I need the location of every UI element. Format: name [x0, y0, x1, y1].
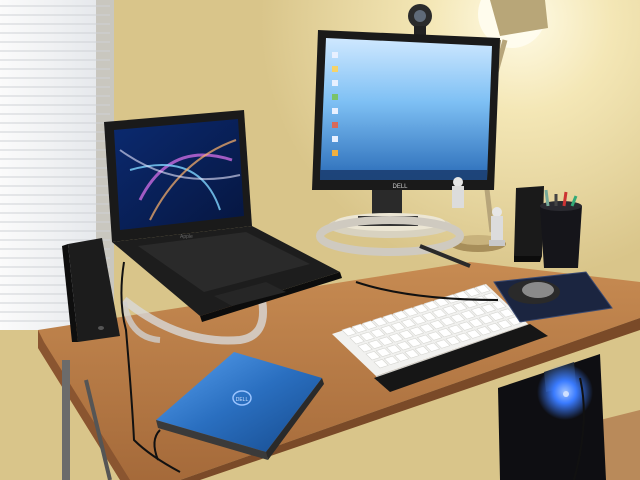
monitor-brand-label: DELL	[392, 184, 408, 190]
laptop-brand-label: Apple	[180, 234, 193, 240]
monitor-screen	[320, 38, 492, 180]
netbook-brand-label: DELL	[236, 397, 249, 403]
right-speaker	[514, 186, 544, 262]
desk-photo-scene: DELL Apple DELL	[0, 0, 640, 480]
laptop-screen	[114, 119, 244, 230]
mouse	[508, 280, 560, 304]
desk-photo: DELL Apple DELL	[0, 0, 640, 480]
taskbar	[320, 170, 487, 180]
